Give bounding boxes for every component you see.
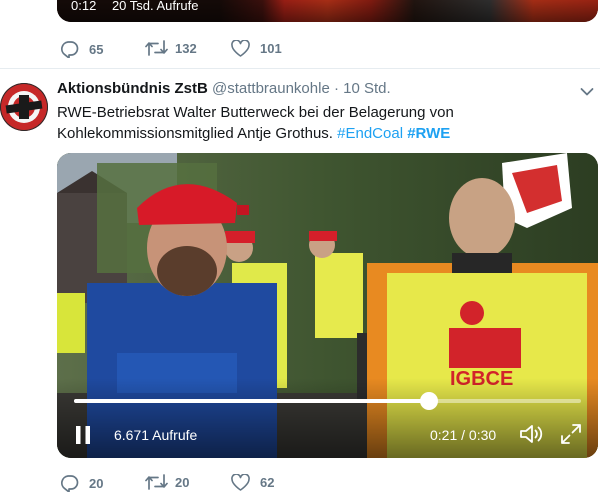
video-view-count: 6.671 Aufrufe [114,427,198,443]
volume-button[interactable] [519,423,545,448]
previous-reply-count: 65 [89,41,104,57]
avatar[interactable] [0,83,48,131]
video-progress-fill [74,399,429,403]
retweet-icon [145,474,168,490]
like-count: 62 [260,475,275,490]
chevron-down-icon [580,88,594,96]
retweet-count: 20 [175,474,190,490]
video-scrubber-handle[interactable] [419,392,438,410]
author-handle[interactable]: @stattbraunkohle [212,80,330,97]
previous-reply-button[interactable]: 65 [60,40,103,58]
video-timestamp: 0:21 / 0:30 [430,427,497,443]
previous-video-views: 20 Tsd. Aufrufe [111,0,199,13]
reply-button[interactable]: 20 [60,474,103,492]
fullscreen-icon [561,424,581,444]
hashtag-endcoal[interactable]: #EndCoal [337,125,403,142]
pause-icon [76,426,90,444]
fullscreen-button[interactable] [560,423,582,448]
avatar-logo [0,83,48,131]
heart-icon [231,474,250,491]
reply-count: 20 [89,475,104,491]
heart-icon [231,40,250,57]
previous-tweet-video[interactable]: 0:12 20 Tsd. Aufrufe [57,0,598,22]
video-progress-bar[interactable] [74,392,581,410]
volume-icon [520,425,543,443]
previous-video-time: 0:12 [71,0,97,13]
like-button[interactable]: 62 [231,474,274,491]
tweet-author: Aktionsbündnis ZstB @stattbraunkohle · 1… [57,80,391,97]
previous-like-button[interactable]: 101 [231,40,282,57]
previous-like-count: 101 [260,41,282,56]
previous-retweet-button[interactable]: 132 [145,40,197,56]
reply-icon [61,475,79,492]
tweet-menu-button[interactable] [580,84,594,102]
tweet-divider [0,68,600,69]
author-name[interactable]: Aktionsbündnis ZstB [57,80,208,97]
separator-dot: · [333,80,339,97]
tweet-timestamp[interactable]: 10 Std. [343,80,391,97]
pause-button[interactable] [74,425,92,448]
retweet-button[interactable]: 20 [145,474,189,490]
tweet-text: RWE-Betriebsrat Walter Butterweck bei de… [57,102,587,144]
tweet-video-player[interactable]: IGBCE 6.671 Aufrufe 0:21 / 0:30 [57,153,598,458]
previous-retweet-count: 132 [175,40,197,56]
hashtag-rwe[interactable]: #RWE [407,125,450,142]
retweet-icon [145,40,168,56]
reply-icon [61,41,79,58]
